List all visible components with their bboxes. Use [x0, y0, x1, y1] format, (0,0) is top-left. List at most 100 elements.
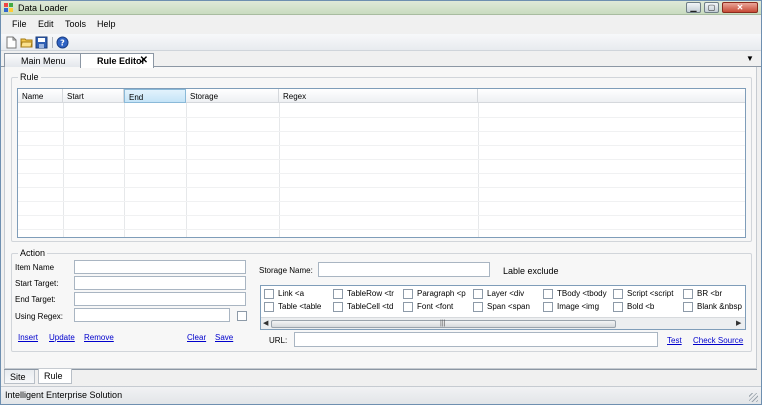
grid-row-line	[18, 215, 745, 216]
checkbox[interactable]	[264, 302, 274, 312]
checkbox[interactable]	[683, 289, 693, 299]
scroll-right-icon[interactable]: ▶	[736, 319, 741, 327]
checkbox[interactable]	[613, 302, 623, 312]
action-group-legend: Action	[18, 248, 48, 258]
tag-label: TableRow <tr	[347, 289, 394, 298]
grid-row-line	[18, 145, 745, 146]
toolbar: ?	[1, 34, 761, 51]
app-icon	[4, 3, 13, 12]
status-bar: Intelligent Enterprise Solution	[1, 386, 761, 404]
storage-name-input[interactable]	[318, 262, 490, 277]
tab-list-dropdown-icon[interactable]: ▼	[746, 54, 754, 63]
checkbox[interactable]	[264, 289, 274, 299]
menu-tools[interactable]: Tools	[65, 19, 86, 29]
checkbox[interactable]	[333, 289, 343, 299]
tag-label: BR <br	[697, 289, 723, 298]
checkbox[interactable]	[683, 302, 693, 312]
save-link[interactable]: Save	[215, 333, 233, 342]
tag-label: Span <span	[487, 302, 530, 311]
horizontal-scrollbar[interactable]: ◀ ||| ▶	[261, 317, 745, 329]
grid-row-line	[18, 117, 745, 118]
column-divider	[124, 103, 125, 237]
close-window-button[interactable]: ✕	[722, 2, 758, 13]
close-icon: ✕	[736, 3, 744, 12]
open-icon[interactable]	[20, 36, 33, 49]
toolbar-separator	[52, 37, 53, 48]
using-regex-input[interactable]	[74, 308, 230, 322]
checkbox[interactable]	[403, 302, 413, 312]
tag-label: Script <script	[627, 289, 674, 298]
tag-label: Link <a	[278, 289, 305, 298]
close-tab-icon[interactable]: ✕	[140, 55, 148, 66]
minimize-button[interactable]: ▁	[686, 2, 701, 13]
save-icon[interactable]	[35, 36, 48, 49]
clear-link[interactable]: Clear	[187, 333, 206, 342]
checkbox[interactable]	[403, 289, 413, 299]
tag-label: TBody <tbody	[557, 289, 607, 298]
menu-file[interactable]: File	[12, 19, 27, 29]
resize-grip-icon[interactable]	[749, 393, 758, 402]
column-header-start[interactable]: Start	[63, 89, 124, 103]
item-name-label: Item Name	[15, 263, 55, 272]
checkbox[interactable]	[543, 302, 553, 312]
column-divider	[63, 103, 64, 237]
scroll-left-icon[interactable]: ◀	[263, 319, 268, 327]
window-title: Data Loader	[18, 3, 68, 13]
tab-rule-editor-label: Rule Editor	[97, 56, 146, 66]
new-icon[interactable]	[5, 36, 18, 49]
insert-link[interactable]: Insert	[18, 333, 38, 342]
using-regex-checkbox[interactable]	[237, 311, 247, 321]
maximize-icon: ▢	[707, 3, 716, 12]
test-link[interactable]: Test	[667, 336, 682, 345]
grid-row-line	[18, 187, 745, 188]
column-header-end[interactable]: End	[124, 89, 186, 103]
checkbox[interactable]	[543, 289, 553, 299]
tag-label: Table <table	[278, 302, 322, 311]
rule-group-legend: Rule	[18, 72, 41, 82]
tag-label: Layer <div	[487, 289, 525, 298]
tag-label: Bold <b	[627, 302, 655, 311]
status-text: Intelligent Enterprise Solution	[5, 390, 123, 400]
check-source-link[interactable]: Check Source	[693, 336, 743, 345]
menu-help[interactable]: Help	[97, 19, 116, 29]
scrollbar-thumb[interactable]: |||	[271, 320, 616, 328]
item-name-input[interactable]	[74, 260, 246, 274]
end-target-label: End Target:	[15, 295, 56, 304]
column-header-name[interactable]: Name	[18, 89, 63, 103]
minimize-icon: ▁	[690, 3, 697, 12]
grid-row-line	[18, 173, 745, 174]
tab-rule[interactable]: Rule	[38, 369, 72, 384]
url-input[interactable]	[294, 332, 658, 347]
url-label: URL:	[269, 336, 288, 345]
menu-bar: File Edit Tools Help	[1, 16, 761, 34]
grid-row-line	[18, 159, 745, 160]
start-target-input[interactable]	[74, 276, 246, 290]
end-target-input[interactable]	[74, 292, 246, 306]
lable-exclude-label: Lable exclude	[503, 266, 559, 276]
checkbox[interactable]	[473, 302, 483, 312]
tab-rule-editor[interactable]: Rule Editor ✕	[80, 53, 154, 68]
column-header-regex[interactable]: Regex	[279, 89, 478, 103]
tag-label: Font <font	[417, 302, 454, 311]
grid-row-line	[18, 131, 745, 132]
rule-grid[interactable]: Name Start End Storage Regex	[17, 88, 746, 238]
help-icon[interactable]: ?	[56, 36, 69, 49]
menu-edit[interactable]: Edit	[38, 19, 54, 29]
start-target-label: Start Target:	[15, 279, 59, 288]
tab-main-menu[interactable]: Main Menu	[4, 53, 82, 67]
tag-checklist: Link <a TableRow <tr Paragraph <p Layer …	[260, 285, 746, 330]
checkbox[interactable]	[333, 302, 343, 312]
tab-site[interactable]: Site	[4, 370, 35, 384]
svg-text:?: ?	[60, 39, 65, 48]
maximize-button[interactable]: ▢	[704, 2, 719, 13]
remove-link[interactable]: Remove	[84, 333, 114, 342]
using-regex-label: Using Regex:	[15, 312, 64, 321]
update-link[interactable]: Update	[49, 333, 75, 342]
checkbox[interactable]	[613, 289, 623, 299]
column-divider	[478, 103, 479, 237]
thumb-grip: |||	[440, 320, 446, 327]
column-header-storage[interactable]: Storage	[186, 89, 279, 103]
rule-group: Rule Name Start End Storage Regex	[11, 72, 752, 242]
bottom-tabs: Site Rule	[4, 369, 757, 384]
checkbox[interactable]	[473, 289, 483, 299]
